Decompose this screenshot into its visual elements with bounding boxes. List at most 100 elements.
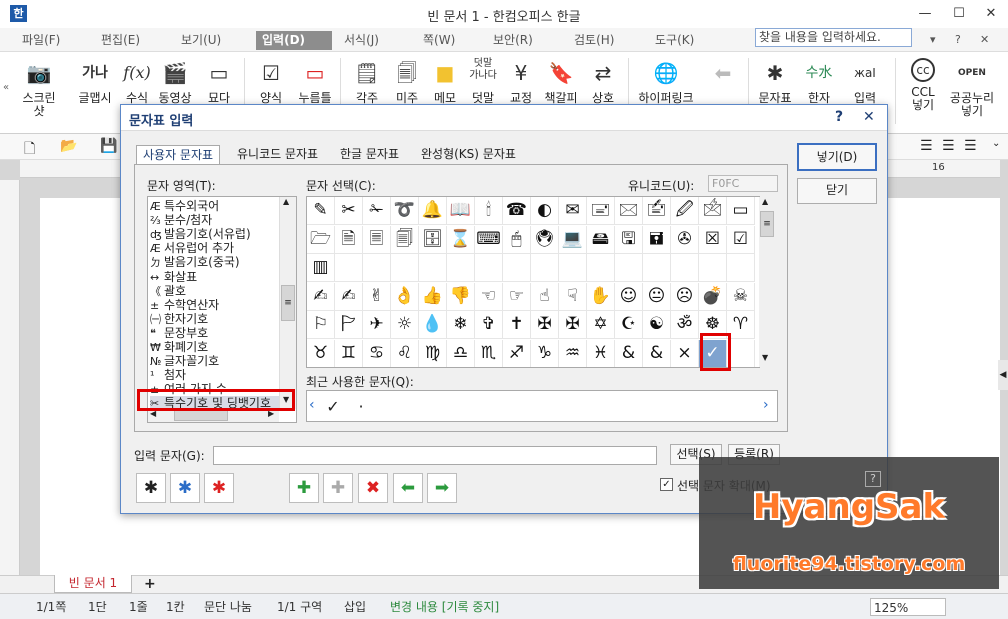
- char-cell[interactable]: ॐ: [671, 311, 699, 339]
- char-cell[interactable]: ☞: [503, 282, 531, 311]
- edit-area-icon[interactable]: ✱: [170, 473, 200, 503]
- char-cell[interactable]: 💣: [699, 282, 727, 311]
- close-window-button[interactable]: ✕: [976, 4, 1006, 24]
- search-input[interactable]: 찾을 내용을 입력하세요.: [755, 28, 912, 47]
- scroll-down-icon[interactable]: ▼: [762, 353, 768, 362]
- area-list-item[interactable]: ㄉ 발음기호(중국): [150, 255, 281, 269]
- char-cell[interactable]: ✠: [531, 311, 559, 339]
- char-cell[interactable]: 👍: [419, 282, 447, 311]
- char-cell[interactable]: [671, 254, 699, 282]
- area-list-item[interactable]: ¹ 첨자: [150, 368, 281, 382]
- menu-security[interactable]: 보안(R): [493, 31, 533, 50]
- status-page[interactable]: 1/1쪽: [36, 598, 66, 616]
- align-justify-icon[interactable]: ☰: [920, 138, 933, 154]
- toolbar-expand-icon[interactable]: ⌄: [992, 138, 1000, 149]
- area-list-item[interactable]: ㈠ 한자기호: [150, 312, 281, 326]
- char-cell[interactable]: 👌: [391, 282, 419, 311]
- char-cell[interactable]: 🔔: [419, 197, 447, 225]
- dialog-help-button[interactable]: ?: [835, 109, 843, 125]
- char-cell[interactable]: ✁: [363, 197, 391, 225]
- char-cell[interactable]: 😐: [643, 282, 671, 311]
- char-cell[interactable]: 🗐: [391, 225, 419, 254]
- char-cell[interactable]: ✇: [671, 225, 699, 254]
- vertical-ruler[interactable]: [0, 180, 20, 575]
- move-right-icon[interactable]: ➡: [427, 473, 457, 503]
- char-cell[interactable]: ♐: [503, 339, 531, 367]
- char-cell[interactable]: 💧: [419, 311, 447, 339]
- char-cell[interactable]: [615, 254, 643, 282]
- char-cell[interactable]: ✍: [307, 282, 335, 311]
- char-cell[interactable]: 💻: [559, 225, 587, 254]
- insert-button[interactable]: 넣기(D): [797, 143, 877, 171]
- area-list-scrollbar[interactable]: ▲ ≡ ▼: [279, 197, 296, 409]
- char-cell[interactable]: ⌛: [447, 225, 475, 254]
- char-cell[interactable]: ☟: [559, 282, 587, 311]
- scroll-thumb[interactable]: ≡: [760, 211, 774, 237]
- char-cell[interactable]: ♉: [307, 339, 335, 367]
- close-doc-icon[interactable]: ✕: [980, 33, 989, 46]
- new-doc-icon[interactable]: 🗋: [24, 138, 35, 162]
- area-list-item[interactable]: № 글자꼴기호: [150, 354, 281, 368]
- char-cell[interactable]: [363, 254, 391, 282]
- align-center-icon[interactable]: ☰: [964, 138, 977, 154]
- input-char-field[interactable]: [213, 446, 657, 465]
- char-cell[interactable]: 🖴: [587, 225, 615, 254]
- char-cell[interactable]: [391, 254, 419, 282]
- ccl-button[interactable]: cc CCL 넣기: [900, 56, 946, 126]
- char-cell[interactable]: 🏱: [335, 311, 363, 339]
- char-cell[interactable]: ☜: [475, 282, 503, 311]
- unicode-field[interactable]: F0FC: [708, 175, 778, 192]
- char-cell[interactable]: [503, 254, 531, 282]
- char-cell[interactable]: [531, 254, 559, 282]
- area-list-item[interactable]: 《 괄호: [150, 284, 281, 298]
- zoom-select[interactable]: 125%: [870, 598, 946, 616]
- char-cell[interactable]: ◐: [531, 197, 559, 225]
- char-cell[interactable]: ⌨: [475, 225, 503, 254]
- char-cell[interactable]: 🖲: [531, 225, 559, 254]
- area-list-item[interactable]: ± 수학연산자: [150, 298, 281, 312]
- delete-char-icon[interactable]: ✖: [358, 473, 388, 503]
- char-cell[interactable]: [643, 254, 671, 282]
- align-left-icon[interactable]: ☰: [942, 138, 955, 154]
- char-cell[interactable]: 📖: [447, 197, 475, 225]
- char-cell[interactable]: [475, 254, 503, 282]
- scroll-up-icon[interactable]: ▲: [762, 197, 768, 206]
- area-list-item[interactable]: ʤ 발음기호(서유럽): [150, 227, 281, 241]
- char-cell[interactable]: 🖄: [699, 197, 727, 225]
- scroll-up-icon[interactable]: ▲: [283, 197, 289, 206]
- delete-area-icon[interactable]: ✱: [204, 473, 234, 503]
- char-cell[interactable]: ✂: [335, 197, 363, 225]
- menu-view[interactable]: 보기(U): [181, 31, 221, 50]
- area-list-item[interactable]: Æ 서유럽어 추가: [150, 241, 281, 255]
- menu-tools[interactable]: 도구(K): [655, 31, 694, 50]
- char-grid[interactable]: ✎ ✂ ✁ ➰ 🔔 📖 🕯 ☎ ◐ ✉ 🖃 🖂 🖆 🖉 🖄 ▭ 🗁 🗎 🗏 🗐 🗄 ⌛ ⌨ 🖱 🖲 💻 🖴 🖫 🖬 ✇ ☒ ☑ ▥ ✍ ✍ ✌ 👌 👍 👎 ☜…: [306, 196, 760, 368]
- char-cell[interactable]: [335, 254, 363, 282]
- menu-page[interactable]: 쪽(W): [423, 31, 455, 50]
- dialog-close-button[interactable]: ✕: [863, 109, 875, 125]
- char-cell[interactable]: &: [643, 339, 671, 367]
- recent-chars-box[interactable]: ‹ ✓ · ›: [306, 390, 778, 422]
- char-cell[interactable]: ⚐: [307, 311, 335, 339]
- char-cell[interactable]: ♋: [363, 339, 391, 367]
- recent-char[interactable]: ·: [351, 397, 371, 417]
- char-cell[interactable]: 🖂: [615, 197, 643, 225]
- ribbon-minimize-icon[interactable]: ▾: [930, 33, 936, 46]
- char-cell[interactable]: ✈: [363, 311, 391, 339]
- menu-review[interactable]: 검토(H): [574, 31, 614, 50]
- char-cell[interactable]: 🖫: [615, 225, 643, 254]
- char-cell[interactable]: ♓: [587, 339, 615, 367]
- char-cell[interactable]: 🖱: [503, 225, 531, 254]
- recent-prev-icon[interactable]: ‹: [309, 397, 315, 413]
- area-list-item[interactable]: Æ 특수외국어: [150, 199, 281, 213]
- char-cell[interactable]: 🕯: [475, 197, 503, 225]
- char-cell[interactable]: ♏: [475, 339, 503, 367]
- char-cell[interactable]: ♑: [531, 339, 559, 367]
- char-cell[interactable]: 🖉: [671, 197, 699, 225]
- recent-next-icon[interactable]: ›: [763, 397, 769, 413]
- char-cell[interactable]: ☑: [727, 225, 755, 254]
- help-icon[interactable]: ?: [955, 33, 961, 46]
- char-cell[interactable]: ☎: [503, 197, 531, 225]
- char-cell[interactable]: 🗁: [307, 225, 335, 254]
- copy-char-icon[interactable]: ✚: [323, 473, 353, 503]
- char-cell[interactable]: ✎: [307, 197, 335, 225]
